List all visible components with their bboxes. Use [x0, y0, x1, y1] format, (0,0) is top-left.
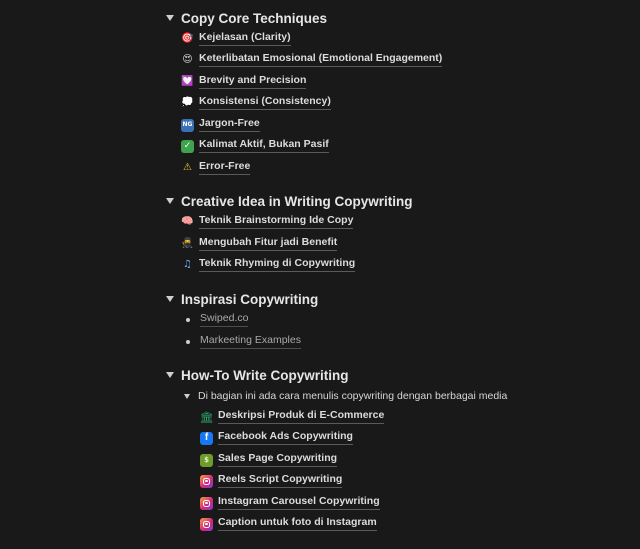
page-link-rhyming[interactable]: ♫ Teknik Rhyming di Copywriting — [181, 256, 356, 274]
speech-bubble-icon: 💭 — [181, 97, 194, 108]
money-icon: $ — [200, 453, 213, 467]
page-link-fitur-benefit[interactable]: 🥷 Mengubah Fitur jadi Benefit — [181, 235, 338, 253]
external-link[interactable]: Markeeting Examples — [200, 335, 301, 349]
page-link-label[interactable]: Deskripsi Produk di E-Commerce — [218, 410, 385, 424]
heart-eyes-icon: 😍 — [182, 54, 193, 65]
heart-box-icon: 💟 — [181, 76, 194, 87]
toggle-copy-core-techniques[interactable]: Copy Core Techniques — [166, 8, 327, 28]
section-heading: How-To Write Copywriting — [181, 367, 349, 383]
instagram-icon — [200, 474, 213, 488]
page-link-label[interactable]: Kalimat Aktif, Bukan Pasif — [199, 139, 329, 153]
page-link-label[interactable]: Reels Script Copywriting — [218, 474, 343, 488]
page-link-reels-script[interactable]: Reels Script Copywriting — [200, 472, 343, 490]
page-link-kalimat-aktif[interactable]: ✓ Kalimat Aktif, Bukan Pasif — [181, 137, 329, 155]
section-heading: Inspirasi Copywriting — [181, 291, 319, 307]
section-heading: Creative Idea in Writing Copywriting — [181, 193, 413, 209]
caret-down-icon[interactable] — [184, 393, 190, 399]
page-link-label[interactable]: Keterlibatan Emosional (Emotional Engage… — [199, 53, 443, 67]
page-link-caption-instagram[interactable]: Caption untuk foto di Instagram — [200, 515, 377, 533]
page-link-brevity[interactable]: 💟 Brevity and Precision — [181, 73, 307, 91]
facebook-icon: f — [200, 431, 213, 445]
toggle-inspirasi[interactable]: Inspirasi Copywriting — [166, 289, 318, 309]
section-heading: Copy Core Techniques — [181, 10, 328, 26]
warning-icon: ⚠ — [183, 162, 192, 173]
instagram-icon — [200, 517, 213, 531]
page-link-label[interactable]: Mengubah Fitur jadi Benefit — [199, 237, 338, 251]
page-link-label[interactable]: Error-Free — [199, 161, 251, 175]
bullet-item-marketing-examples[interactable]: Markeeting Examples — [184, 333, 301, 351]
toggle-text: Di bagian ini ada cara menulis copywriti… — [198, 390, 508, 402]
external-link[interactable]: Swiped.co — [200, 313, 249, 327]
bullet-icon — [186, 318, 190, 322]
caret-down-icon[interactable] — [166, 372, 174, 378]
page-link-facebook-ads[interactable]: f Facebook Ads Copywriting — [200, 429, 353, 447]
page-link-error-free[interactable]: ⚠ Error-Free — [181, 159, 251, 177]
bullet-item-swiped[interactable]: Swiped.co — [184, 311, 249, 329]
page-link-label[interactable]: Caption untuk foto di Instagram — [218, 517, 377, 531]
page-link-label[interactable]: Teknik Rhyming di Copywriting — [199, 258, 356, 272]
page-link-emotional[interactable]: 😍 Keterlibatan Emosional (Emotional Enga… — [181, 51, 443, 69]
page-link-label[interactable]: Kejelasan (Clarity) — [199, 32, 291, 46]
page-link-label[interactable]: Konsistensi (Consistency) — [199, 96, 331, 110]
page-link-clarity[interactable]: 🎯 Kejelasan (Clarity) — [181, 30, 291, 48]
toggle-creative-idea[interactable]: Creative Idea in Writing Copywriting — [166, 191, 413, 211]
target-icon: 🎯 — [181, 33, 194, 44]
music-notes-icon: ♫ — [183, 259, 192, 270]
bank-icon: 🏛 — [199, 410, 214, 424]
page-link-label[interactable]: Brevity and Precision — [199, 75, 307, 89]
page-link-label[interactable]: Jargon-Free — [199, 118, 260, 132]
ng-button-icon: NG — [181, 118, 194, 132]
ninja-icon: 🥷 — [181, 238, 194, 249]
caret-down-icon[interactable] — [166, 15, 174, 21]
toggle-how-to[interactable]: How-To Write Copywriting — [166, 365, 348, 385]
page-link-instagram-carousel[interactable]: Instagram Carousel Copywriting — [200, 494, 380, 512]
page-link-label[interactable]: Teknik Brainstorming Ide Copy — [199, 215, 354, 229]
page-link-jargon-free[interactable]: NG Jargon-Free — [181, 116, 260, 134]
page-link-sales-page[interactable]: $ Sales Page Copywriting — [200, 451, 338, 469]
page-link-consistency[interactable]: 💭 Konsistensi (Consistency) — [181, 94, 331, 112]
check-mark-icon: ✓ — [181, 139, 194, 153]
page-link-brainstorming[interactable]: 🧠 Teknik Brainstorming Ide Copy — [181, 213, 354, 231]
brain-icon: 🧠 — [181, 216, 194, 227]
page-link-label[interactable]: Instagram Carousel Copywriting — [218, 496, 380, 510]
bullet-icon — [186, 340, 190, 344]
caret-down-icon[interactable] — [166, 296, 174, 302]
page-link-label[interactable]: Sales Page Copywriting — [218, 453, 338, 467]
instagram-icon — [200, 496, 213, 510]
page-link-deskripsi-produk[interactable]: 🏛 Deskripsi Produk di E-Commerce — [199, 408, 385, 426]
page-link-label[interactable]: Facebook Ads Copywriting — [218, 431, 353, 445]
toggle-media-description[interactable]: Di bagian ini ada cara menulis copywriti… — [184, 387, 507, 405]
caret-down-icon[interactable] — [166, 198, 174, 204]
